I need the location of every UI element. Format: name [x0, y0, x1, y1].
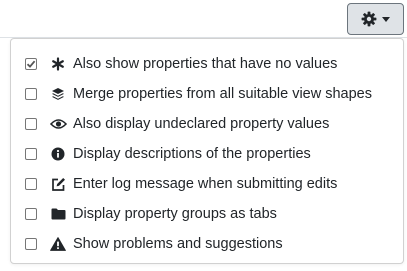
layers-icon	[49, 87, 67, 101]
menu-item-show-empty-properties[interactable]: Also show properties that have no values	[25, 53, 337, 75]
folder-icon	[49, 208, 67, 220]
checkbox-show-empty-properties[interactable]	[25, 58, 37, 70]
eye-icon	[49, 118, 67, 130]
menu-item-show-descriptions[interactable]: Display descriptions of the properties	[25, 143, 311, 165]
menu-item-show-problems[interactable]: Show problems and suggestions	[25, 233, 283, 255]
checkbox-show-undeclared-values[interactable]	[25, 118, 37, 130]
checkbox-log-message[interactable]	[25, 178, 37, 190]
gear-icon	[361, 11, 377, 27]
menu-item-label: Also show properties that have no values	[73, 56, 338, 72]
warning-icon	[49, 237, 67, 251]
checkbox-show-problems[interactable]	[25, 238, 37, 250]
menu-item-label: Show problems and suggestions	[73, 236, 283, 252]
menu-item-label: Enter log message when submitting edits	[73, 176, 338, 192]
menu-item-groups-as-tabs[interactable]: Display property groups as tabs	[25, 203, 277, 225]
checkbox-merge-properties[interactable]	[25, 88, 37, 100]
menu-item-show-undeclared-values[interactable]: Also display undeclared property values	[25, 113, 329, 135]
menu-item-label: Merge properties from all suitable view …	[73, 86, 372, 102]
menu-item-label: Display descriptions of the properties	[73, 146, 311, 162]
menu-item-log-message[interactable]: Enter log message when submitting edits	[25, 173, 337, 195]
menu-item-label: Display property groups as tabs	[73, 206, 277, 222]
info-circle-icon	[49, 147, 67, 161]
edit-icon	[49, 177, 67, 192]
menu-item-label: Also display undeclared property values	[73, 116, 330, 132]
menu-item-merge-properties[interactable]: Merge properties from all suitable view …	[25, 83, 372, 105]
checkbox-groups-as-tabs[interactable]	[25, 208, 37, 220]
caret-down-icon	[382, 17, 390, 22]
checkbox-show-descriptions[interactable]	[25, 148, 37, 160]
settings-dropdown-button[interactable]	[347, 3, 404, 35]
asterisk-icon	[49, 57, 67, 71]
settings-menu: Also show properties that have no values…	[10, 38, 404, 264]
